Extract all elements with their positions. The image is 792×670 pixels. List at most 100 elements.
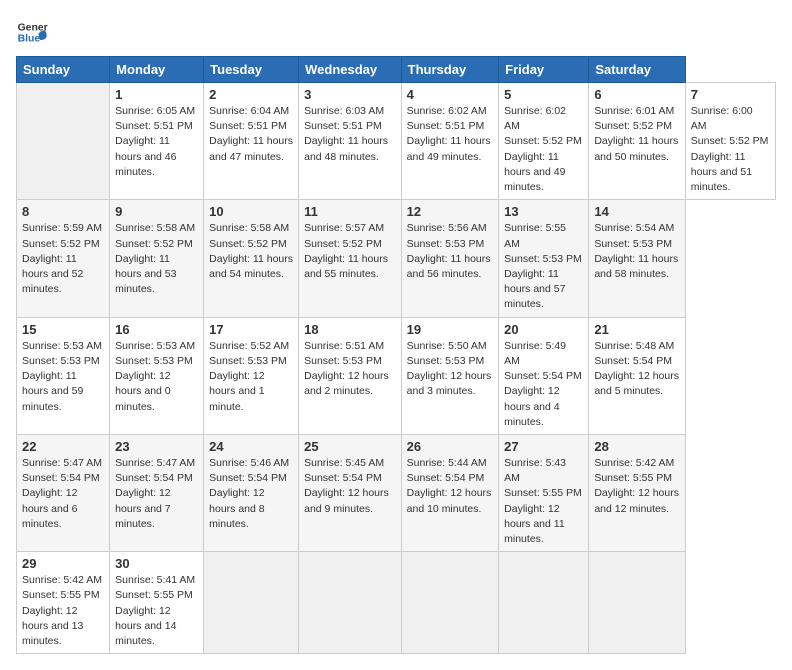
- calendar-day-cell: 22 Sunrise: 5:47 AM Sunset: 5:54 PM Dayl…: [17, 434, 110, 551]
- calendar-day-cell: [499, 552, 589, 654]
- day-info: Sunrise: 5:55 AM Sunset: 5:53 PM Dayligh…: [504, 221, 583, 312]
- day-number: 10: [209, 204, 293, 219]
- calendar-week-row: 1 Sunrise: 6:05 AM Sunset: 5:51 PM Dayli…: [17, 83, 776, 200]
- day-info: Sunrise: 6:02 AM Sunset: 5:51 PM Dayligh…: [407, 104, 493, 165]
- day-number: 1: [115, 87, 198, 102]
- weekday-header-cell: Sunday: [17, 57, 110, 83]
- weekday-header-cell: Friday: [499, 57, 589, 83]
- day-number: 29: [22, 556, 104, 571]
- logo-icon: General Blue: [16, 16, 48, 48]
- day-number: 21: [594, 322, 679, 337]
- day-number: 2: [209, 87, 293, 102]
- day-info: Sunrise: 5:48 AM Sunset: 5:54 PM Dayligh…: [594, 339, 679, 400]
- calendar-day-cell: 11 Sunrise: 5:57 AM Sunset: 5:52 PM Dayl…: [299, 200, 402, 317]
- day-info: Sunrise: 5:42 AM Sunset: 5:55 PM Dayligh…: [22, 573, 104, 649]
- day-number: 6: [594, 87, 679, 102]
- weekday-header-cell: Monday: [110, 57, 204, 83]
- calendar-week-row: 8 Sunrise: 5:59 AM Sunset: 5:52 PM Dayli…: [17, 200, 776, 317]
- calendar-day-cell: 27 Sunrise: 5:43 AM Sunset: 5:55 PM Dayl…: [499, 434, 589, 551]
- calendar-day-cell: 17 Sunrise: 5:52 AM Sunset: 5:53 PM Dayl…: [204, 317, 299, 434]
- day-info: Sunrise: 5:53 AM Sunset: 5:53 PM Dayligh…: [22, 339, 104, 415]
- day-number: 18: [304, 322, 396, 337]
- calendar-day-cell: 29 Sunrise: 5:42 AM Sunset: 5:55 PM Dayl…: [17, 552, 110, 654]
- calendar-week-row: 29 Sunrise: 5:42 AM Sunset: 5:55 PM Dayl…: [17, 552, 776, 654]
- calendar-day-cell: 2 Sunrise: 6:04 AM Sunset: 5:51 PM Dayli…: [204, 83, 299, 200]
- svg-text:Blue: Blue: [18, 34, 41, 45]
- day-info: Sunrise: 5:51 AM Sunset: 5:53 PM Dayligh…: [304, 339, 396, 400]
- calendar-day-cell: 15 Sunrise: 5:53 AM Sunset: 5:53 PM Dayl…: [17, 317, 110, 434]
- day-number: 15: [22, 322, 104, 337]
- calendar-day-cell: 12 Sunrise: 5:56 AM Sunset: 5:53 PM Dayl…: [401, 200, 498, 317]
- calendar-week-row: 22 Sunrise: 5:47 AM Sunset: 5:54 PM Dayl…: [17, 434, 776, 551]
- day-number: 4: [407, 87, 493, 102]
- day-info: Sunrise: 6:04 AM Sunset: 5:51 PM Dayligh…: [209, 104, 293, 165]
- calendar-day-cell: 30 Sunrise: 5:41 AM Sunset: 5:55 PM Dayl…: [110, 552, 204, 654]
- day-number: 22: [22, 439, 104, 454]
- day-info: Sunrise: 6:00 AM Sunset: 5:52 PM Dayligh…: [691, 104, 770, 195]
- day-number: 25: [304, 439, 396, 454]
- calendar-day-cell: [299, 552, 402, 654]
- calendar-day-cell: 6 Sunrise: 6:01 AM Sunset: 5:52 PM Dayli…: [589, 83, 685, 200]
- day-info: Sunrise: 5:42 AM Sunset: 5:55 PM Dayligh…: [594, 456, 679, 517]
- day-info: Sunrise: 5:54 AM Sunset: 5:53 PM Dayligh…: [594, 221, 679, 282]
- day-number: 9: [115, 204, 198, 219]
- day-number: 13: [504, 204, 583, 219]
- page-header: General Blue: [16, 16, 776, 48]
- weekday-header-row: SundayMondayTuesdayWednesdayThursdayFrid…: [17, 57, 776, 83]
- day-number: 30: [115, 556, 198, 571]
- day-number: 3: [304, 87, 396, 102]
- day-info: Sunrise: 5:49 AM Sunset: 5:54 PM Dayligh…: [504, 339, 583, 430]
- day-number: 27: [504, 439, 583, 454]
- calendar-day-cell: 26 Sunrise: 5:44 AM Sunset: 5:54 PM Dayl…: [401, 434, 498, 551]
- day-info: Sunrise: 5:47 AM Sunset: 5:54 PM Dayligh…: [22, 456, 104, 532]
- calendar-body: 1 Sunrise: 6:05 AM Sunset: 5:51 PM Dayli…: [17, 83, 776, 654]
- calendar-day-cell: 19 Sunrise: 5:50 AM Sunset: 5:53 PM Dayl…: [401, 317, 498, 434]
- calendar-day-cell: 5 Sunrise: 6:02 AM Sunset: 5:52 PM Dayli…: [499, 83, 589, 200]
- day-info: Sunrise: 6:05 AM Sunset: 5:51 PM Dayligh…: [115, 104, 198, 180]
- day-info: Sunrise: 5:41 AM Sunset: 5:55 PM Dayligh…: [115, 573, 198, 649]
- calendar-day-cell: 20 Sunrise: 5:49 AM Sunset: 5:54 PM Dayl…: [499, 317, 589, 434]
- calendar-day-cell: 21 Sunrise: 5:48 AM Sunset: 5:54 PM Dayl…: [589, 317, 685, 434]
- day-info: Sunrise: 5:57 AM Sunset: 5:52 PM Dayligh…: [304, 221, 396, 282]
- weekday-header-cell: Saturday: [589, 57, 685, 83]
- day-info: Sunrise: 5:58 AM Sunset: 5:52 PM Dayligh…: [115, 221, 198, 297]
- calendar-day-cell: 16 Sunrise: 5:53 AM Sunset: 5:53 PM Dayl…: [110, 317, 204, 434]
- logo: General Blue: [16, 16, 48, 48]
- day-info: Sunrise: 5:52 AM Sunset: 5:53 PM Dayligh…: [209, 339, 293, 415]
- day-number: 23: [115, 439, 198, 454]
- day-number: 26: [407, 439, 493, 454]
- calendar-day-cell: [401, 552, 498, 654]
- day-number: 19: [407, 322, 493, 337]
- day-info: Sunrise: 5:43 AM Sunset: 5:55 PM Dayligh…: [504, 456, 583, 547]
- empty-cell: [17, 83, 110, 200]
- day-info: Sunrise: 6:02 AM Sunset: 5:52 PM Dayligh…: [504, 104, 583, 195]
- day-info: Sunrise: 5:50 AM Sunset: 5:53 PM Dayligh…: [407, 339, 493, 400]
- day-info: Sunrise: 5:44 AM Sunset: 5:54 PM Dayligh…: [407, 456, 493, 517]
- calendar-day-cell: 3 Sunrise: 6:03 AM Sunset: 5:51 PM Dayli…: [299, 83, 402, 200]
- day-number: 5: [504, 87, 583, 102]
- calendar-day-cell: 8 Sunrise: 5:59 AM Sunset: 5:52 PM Dayli…: [17, 200, 110, 317]
- day-info: Sunrise: 5:56 AM Sunset: 5:53 PM Dayligh…: [407, 221, 493, 282]
- day-number: 7: [691, 87, 770, 102]
- calendar-day-cell: 25 Sunrise: 5:45 AM Sunset: 5:54 PM Dayl…: [299, 434, 402, 551]
- calendar-day-cell: 24 Sunrise: 5:46 AM Sunset: 5:54 PM Dayl…: [204, 434, 299, 551]
- calendar-day-cell: [589, 552, 685, 654]
- day-number: 12: [407, 204, 493, 219]
- weekday-header-cell: Thursday: [401, 57, 498, 83]
- day-info: Sunrise: 6:01 AM Sunset: 5:52 PM Dayligh…: [594, 104, 679, 165]
- calendar-day-cell: 18 Sunrise: 5:51 AM Sunset: 5:53 PM Dayl…: [299, 317, 402, 434]
- calendar-day-cell: 23 Sunrise: 5:47 AM Sunset: 5:54 PM Dayl…: [110, 434, 204, 551]
- day-number: 16: [115, 322, 198, 337]
- day-number: 28: [594, 439, 679, 454]
- day-info: Sunrise: 5:58 AM Sunset: 5:52 PM Dayligh…: [209, 221, 293, 282]
- calendar-table: SundayMondayTuesdayWednesdayThursdayFrid…: [16, 56, 776, 654]
- day-number: 8: [22, 204, 104, 219]
- day-info: Sunrise: 5:59 AM Sunset: 5:52 PM Dayligh…: [22, 221, 104, 297]
- day-info: Sunrise: 6:03 AM Sunset: 5:51 PM Dayligh…: [304, 104, 396, 165]
- day-number: 20: [504, 322, 583, 337]
- calendar-day-cell: [204, 552, 299, 654]
- calendar-day-cell: 13 Sunrise: 5:55 AM Sunset: 5:53 PM Dayl…: [499, 200, 589, 317]
- calendar-day-cell: 14 Sunrise: 5:54 AM Sunset: 5:53 PM Dayl…: [589, 200, 685, 317]
- day-number: 11: [304, 204, 396, 219]
- day-number: 14: [594, 204, 679, 219]
